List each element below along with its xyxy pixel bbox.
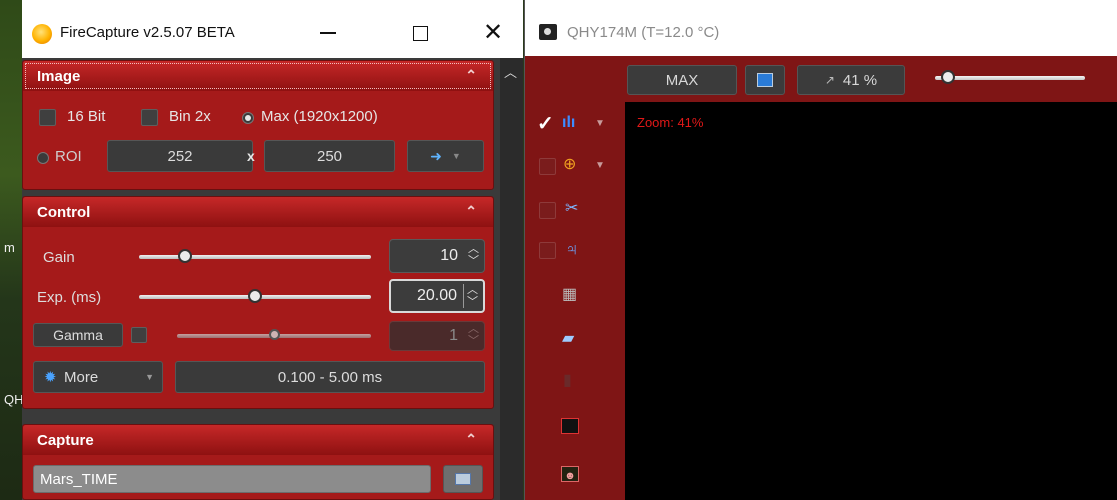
- exposure-spinbox[interactable]: 20.00 ︿ ﹀: [389, 279, 485, 313]
- capture-panel-title: Capture: [37, 431, 94, 449]
- exposure-range-display: 0.100 - 5.00 ms: [175, 361, 485, 393]
- histogram-checkbox[interactable]: ✓: [537, 114, 554, 134]
- capture-settings-button[interactable]: [443, 465, 483, 493]
- desktop-text-fragment: m: [4, 240, 15, 255]
- max-resolution-radio[interactable]: [242, 112, 254, 124]
- dark-frame-icon[interactable]: [561, 418, 579, 434]
- firecapture-logo-icon: [32, 24, 52, 44]
- zoom-slider[interactable]: [935, 76, 1085, 80]
- camera-settings-icon: [455, 473, 471, 485]
- chevron-down-icon[interactable]: ▼: [595, 160, 605, 171]
- planet-derotation-checkbox[interactable]: [539, 242, 556, 259]
- chevron-down-icon[interactable]: ▼: [595, 118, 605, 129]
- arrow-right-icon: ➜: [430, 147, 442, 164]
- gain-label: Gain: [43, 249, 75, 266]
- more-label: More: [64, 368, 99, 386]
- camera-icon: [539, 24, 557, 40]
- max-resolution-label: Max (1920x1200): [261, 108, 378, 125]
- minimize-icon: [320, 32, 336, 34]
- zoom-icon: ↗: [824, 73, 835, 87]
- capture-filename-input[interactable]: Mars_TIME: [33, 465, 431, 493]
- window-title: FireCapture v2.5.07 BETA: [60, 24, 235, 41]
- control-panel-header[interactable]: Control ⌃: [23, 197, 493, 227]
- zoom-overlay-text: Zoom: 41%: [637, 115, 704, 130]
- bin2x-label: Bin 2x: [169, 108, 211, 125]
- crosshair-checkbox[interactable]: [539, 158, 556, 175]
- gamma-checkbox[interactable]: [131, 327, 147, 343]
- exposure-slider-knob[interactable]: [248, 289, 262, 303]
- roi-width-input[interactable]: 252: [107, 140, 253, 172]
- scissors-icon[interactable]: ✂: [565, 200, 578, 218]
- gain-spinbox[interactable]: 10 ︿ ﹀: [389, 239, 485, 273]
- camera-preview-canvas[interactable]: Zoom: 41%: [625, 102, 1117, 500]
- face-icon[interactable]: ☻: [561, 466, 579, 482]
- monitor-icon: [757, 73, 773, 87]
- gain-value: 10: [440, 247, 458, 264]
- image-panel-header[interactable]: Image ⌃: [23, 61, 493, 91]
- gamma-value: 1: [449, 327, 458, 344]
- gain-slider[interactable]: [139, 255, 371, 259]
- control-panel: Control ⌃ Gain 10 ︿ ﹀ Exp. (ms) 20.00 ︿ ﹀ …: [22, 196, 494, 409]
- spinner-arrows-icon[interactable]: ︿ ﹀: [468, 243, 479, 267]
- spinner-arrows-icon: ︿ ﹀: [468, 323, 479, 347]
- camera-toolbar: MAX ↗ 41 %: [525, 56, 1117, 102]
- bin2x-checkbox[interactable]: [141, 109, 158, 126]
- control-panel-title: Control: [37, 203, 91, 221]
- image-panel-title: Image: [37, 67, 81, 85]
- jupiter-icon[interactable]: ♃: [565, 240, 579, 258]
- roi-preset-dropdown[interactable]: ➜ ▼: [407, 140, 484, 172]
- gain-slider-knob[interactable]: [178, 249, 193, 263]
- roi-radio[interactable]: [37, 152, 49, 164]
- camera-side-toolbar: ✓ ılı ▼ ⊕ ▼ ✂ ♃ ▦ ▰ ▮ ☻: [525, 102, 625, 500]
- folder-icon[interactable]: ▰: [562, 330, 574, 348]
- desktop-text-fragment: QH: [4, 392, 24, 407]
- exposure-value: 20.00: [416, 287, 457, 304]
- firecapture-window: FireCapture v2.5.07 BETA ✕ Image ⌃ 16 Bi…: [22, 0, 523, 500]
- collapse-chevron-icon[interactable]: ⌃: [465, 203, 477, 220]
- crosshair-icon[interactable]: ⊕: [563, 156, 576, 174]
- bit16-checkbox[interactable]: [39, 109, 56, 126]
- capture-panel: Capture ⌃ Mars_TIME: [22, 424, 494, 500]
- gamma-button[interactable]: Gamma: [33, 323, 123, 347]
- spinner-arrows-icon[interactable]: ︿ ﹀: [463, 284, 478, 308]
- firecapture-body: Image ⌃ 16 Bit Bin 2x Max (1920x1200) RO…: [22, 58, 523, 500]
- more-dropdown-button[interactable]: ✹ More ▼: [33, 361, 163, 393]
- calculator-icon[interactable]: ▦: [562, 286, 577, 304]
- gamma-slider-knob[interactable]: [268, 329, 280, 340]
- trash-icon: ▮: [563, 372, 572, 389]
- zoom-slider-knob[interactable]: [941, 70, 955, 84]
- close-icon: ✕: [482, 19, 504, 46]
- chevron-down-icon: ▼: [451, 151, 461, 161]
- firecapture-titlebar[interactable]: FireCapture v2.5.07 BETA ✕: [22, 0, 523, 58]
- collapse-chevron-icon[interactable]: ⌃: [465, 67, 477, 84]
- roi-height-input[interactable]: 250: [264, 140, 395, 172]
- bit16-label: 16 Bit: [67, 108, 106, 125]
- maximize-button[interactable]: [397, 14, 443, 52]
- zoom-button[interactable]: ↗ 41 %: [797, 65, 905, 95]
- exposure-label: Exp. (ms): [37, 289, 102, 306]
- camera-titlebar[interactable]: QHY174M (T=12.0 °C): [525, 0, 1117, 56]
- vertical-scrollbar[interactable]: ︿: [500, 58, 523, 500]
- roi-x-label: x: [247, 148, 255, 164]
- camera-title: QHY174M (T=12.0 °C): [567, 24, 720, 41]
- collapse-chevron-icon[interactable]: ⌃: [465, 431, 477, 448]
- chevron-down-icon: ▼: [145, 372, 154, 382]
- minimize-button[interactable]: [305, 14, 351, 52]
- display-settings-button[interactable]: [745, 65, 785, 95]
- camera-window: QHY174M (T=12.0 °C) MAX ↗ 41 % ✓ ılı ▼ ⊕…: [524, 0, 1117, 500]
- desktop-background: m QH: [0, 0, 24, 500]
- histogram-icon[interactable]: ılı: [562, 114, 575, 132]
- close-button[interactable]: ✕: [470, 14, 516, 52]
- maximize-icon: [412, 25, 428, 41]
- roi-label: ROI: [55, 148, 82, 165]
- gear-icon: ✹: [44, 369, 57, 386]
- image-panel: Image ⌃ 16 Bit Bin 2x Max (1920x1200) RO…: [22, 60, 494, 190]
- tracking-checkbox[interactable]: [539, 202, 556, 219]
- max-button[interactable]: MAX: [627, 65, 737, 95]
- zoom-value: 41 %: [842, 71, 878, 89]
- capture-panel-header[interactable]: Capture ⌃: [23, 425, 493, 455]
- scroll-up-icon[interactable]: ︿: [504, 62, 517, 81]
- gamma-spinbox: 1 ︿ ﹀: [389, 321, 485, 351]
